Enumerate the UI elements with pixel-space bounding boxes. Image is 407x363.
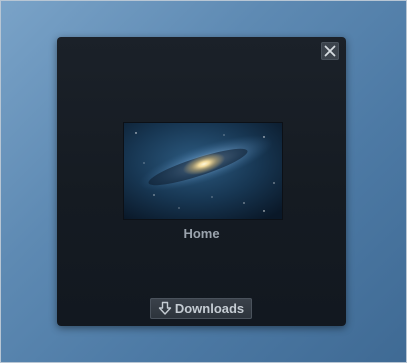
close-icon <box>324 45 336 57</box>
galaxy-wallpaper-image <box>124 123 282 219</box>
desktop-panel: Home Downloads <box>57 37 346 326</box>
downloads-button[interactable]: Downloads <box>150 298 252 319</box>
downloads-label: Downloads <box>174 301 245 316</box>
desktop-thumbnail[interactable] <box>123 122 283 220</box>
download-arrow-icon <box>158 301 172 316</box>
close-button[interactable] <box>321 42 339 60</box>
desktop-label: Home <box>183 226 220 241</box>
